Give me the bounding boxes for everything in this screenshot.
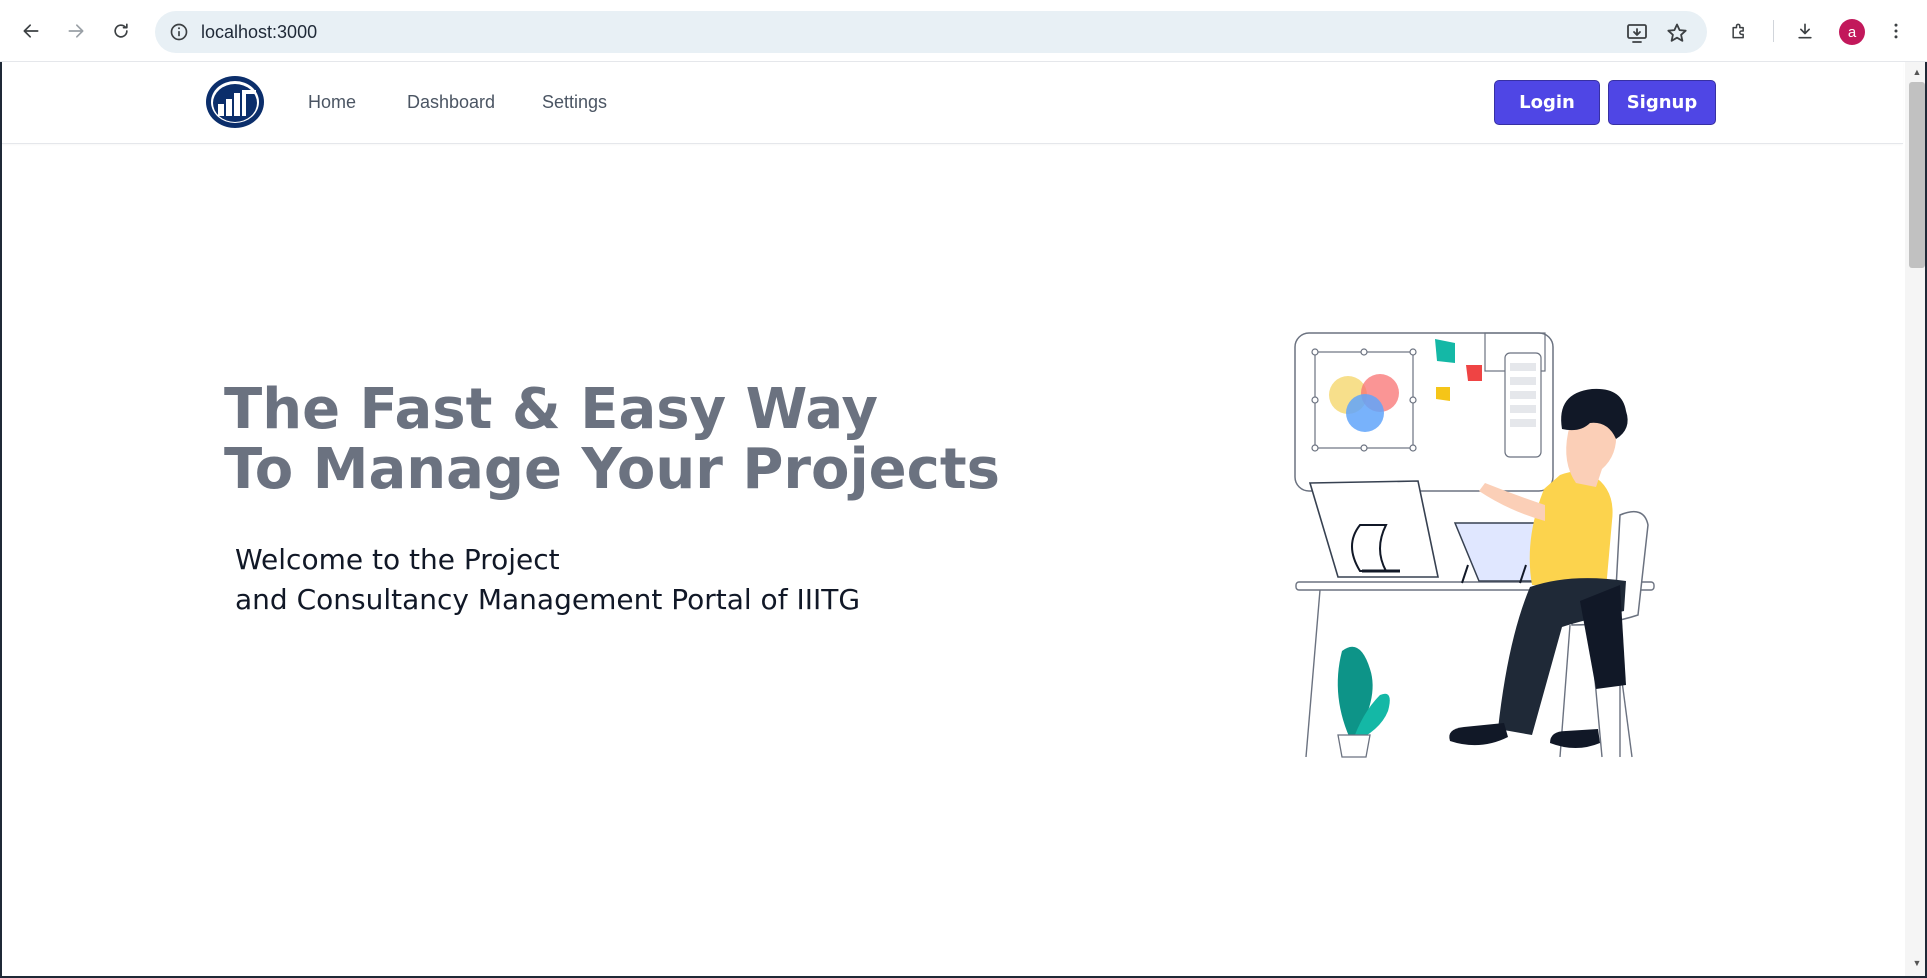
- back-arrow-icon: [23, 24, 39, 38]
- toolbar-divider: [1773, 20, 1774, 42]
- nav-link-home[interactable]: Home: [308, 92, 356, 113]
- extensions-button[interactable]: [1722, 14, 1756, 48]
- forward-button[interactable]: [59, 14, 93, 48]
- hero-subtitle-line-1: Welcome to the Project: [235, 543, 560, 576]
- extensions-icon: [1732, 23, 1744, 39]
- hero-subtitle: Welcome to the Project and Consultancy M…: [235, 540, 860, 620]
- hero-illustration: [1294, 332, 1655, 758]
- install-app-icon[interactable]: [1625, 21, 1649, 45]
- browser-toolbar: localhost:3000 a: [0, 0, 1927, 62]
- star-icon[interactable]: [1665, 21, 1689, 45]
- downloads-button[interactable]: [1788, 14, 1822, 48]
- url-text[interactable]: localhost:3000: [201, 22, 317, 43]
- reload-icon: [114, 23, 128, 38]
- scroll-up-icon[interactable]: ▲: [1912, 67, 1922, 77]
- info-icon[interactable]: [169, 22, 189, 42]
- site-navbar: Home Dashboard Settings Login Signup: [2, 62, 1903, 144]
- login-button[interactable]: Login: [1494, 80, 1600, 125]
- more-vert-icon: [1894, 23, 1898, 39]
- nav-link-settings[interactable]: Settings: [542, 92, 607, 113]
- reload-button[interactable]: [104, 14, 138, 48]
- download-icon: [1798, 23, 1812, 39]
- address-bar[interactable]: localhost:3000: [155, 11, 1707, 53]
- profile-avatar[interactable]: a: [1839, 19, 1865, 45]
- logo-icon[interactable]: [204, 74, 266, 130]
- back-button[interactable]: [14, 14, 48, 48]
- hero-title: The Fast & Easy Way To Manage Your Proje…: [224, 380, 1000, 500]
- scroll-down-icon[interactable]: ▼: [1912, 958, 1922, 968]
- signup-button[interactable]: Signup: [1608, 80, 1716, 125]
- hero-subtitle-line-2: and Consultancy Management Portal of III…: [235, 583, 861, 616]
- menu-button[interactable]: [1879, 14, 1913, 48]
- hero-title-line-2: To Manage Your Projects: [224, 437, 1000, 502]
- scroll-thumb[interactable]: [1909, 82, 1925, 268]
- forward-arrow-icon: [68, 24, 84, 38]
- hero-title-line-1: The Fast & Easy Way: [224, 377, 878, 442]
- nav-link-dashboard[interactable]: Dashboard: [407, 92, 495, 113]
